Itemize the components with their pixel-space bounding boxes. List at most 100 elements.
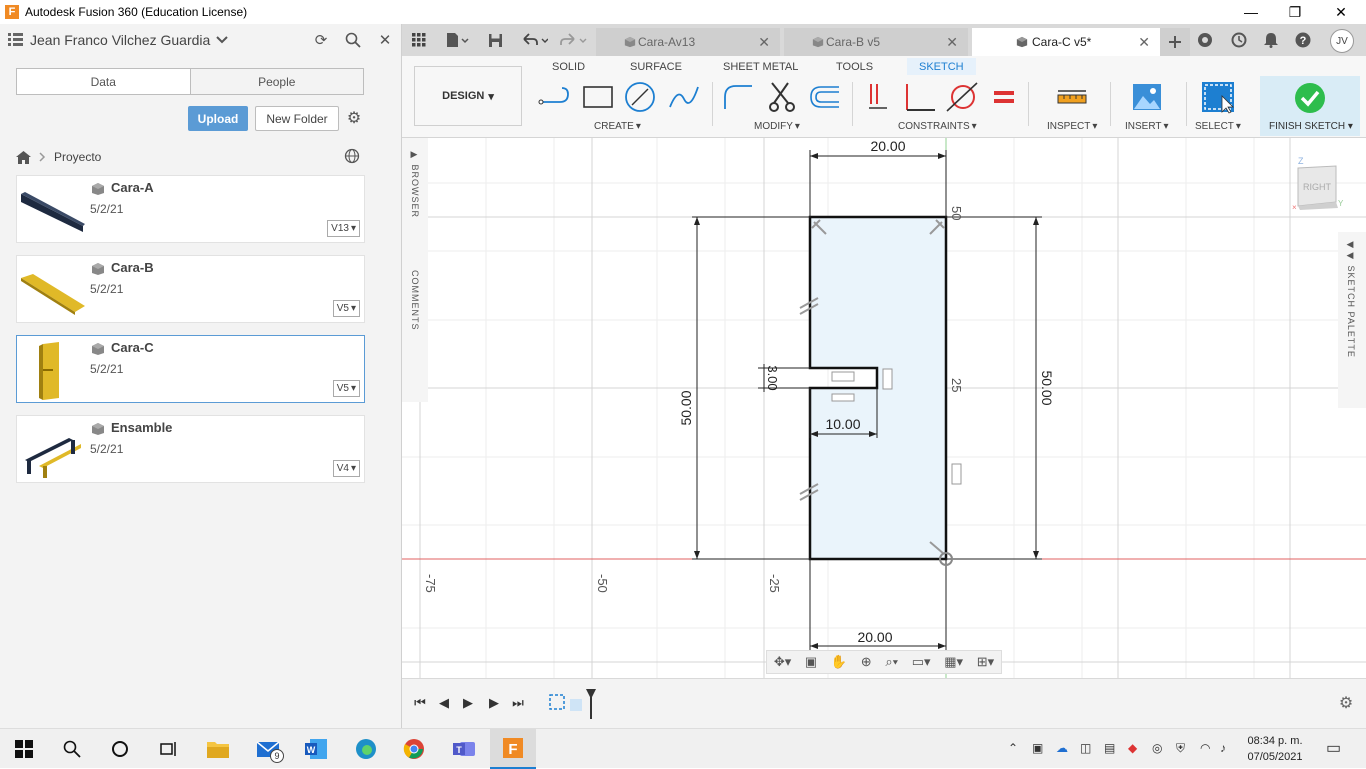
tray-app-icon[interactable]: ◫ bbox=[1080, 741, 1091, 755]
chrome-browser-icon[interactable] bbox=[400, 735, 428, 763]
trim-scissors-icon[interactable] bbox=[764, 80, 800, 114]
browser-strip[interactable]: ▶ BROWSER COMMENTS bbox=[402, 138, 428, 402]
timeline-sketch-feature-icon[interactable] bbox=[548, 689, 596, 719]
constraints-menu[interactable]: CONSTRAINTS ▾ bbox=[898, 121, 977, 132]
dimension-top[interactable]: 20.00 bbox=[870, 138, 905, 154]
apps-grid-icon[interactable] bbox=[408, 30, 430, 50]
minimize-button[interactable]: — bbox=[1228, 0, 1274, 24]
edge-browser-icon[interactable] bbox=[352, 735, 380, 763]
close-tab-icon[interactable]: ✕ bbox=[946, 34, 958, 51]
globe-icon[interactable] bbox=[344, 148, 360, 167]
fusion-taskbar-icon[interactable]: F bbox=[490, 729, 536, 769]
go-to-start-icon[interactable]: ⏮ bbox=[410, 693, 430, 713]
sketch-canvas[interactable]: 20.00 20.00 50.00 50.00 3.00 10.00 50 25… bbox=[402, 138, 1366, 678]
upload-button[interactable]: Upload bbox=[188, 106, 248, 131]
undo-icon[interactable] bbox=[518, 30, 550, 50]
version-dropdown[interactable]: V13 ▾ bbox=[327, 220, 360, 237]
close-tab-icon[interactable]: ✕ bbox=[758, 34, 770, 51]
dimension-bottom[interactable]: 20.00 bbox=[857, 629, 892, 645]
gear-icon[interactable]: ⚙ bbox=[344, 108, 364, 128]
close-panel-icon[interactable]: ✕ bbox=[374, 30, 396, 50]
version-dropdown[interactable]: V4 ▾ bbox=[332, 460, 360, 477]
sketch-palette-label[interactable]: ◀◀ SKETCH PALETTE bbox=[1346, 240, 1356, 358]
inspect-menu[interactable]: INSPECT ▾ bbox=[1047, 121, 1097, 132]
avatar[interactable]: JV bbox=[1330, 29, 1354, 53]
measure-ruler-icon[interactable] bbox=[1054, 80, 1090, 114]
file-card-cara-a[interactable]: Cara-A 5/2/21 V13 ▾ bbox=[16, 175, 365, 243]
version-dropdown[interactable]: V5 ▾ bbox=[332, 380, 360, 397]
dimension-left[interactable]: 50.00 bbox=[678, 390, 694, 425]
tab-solid[interactable]: SOLID bbox=[552, 58, 585, 75]
home-icon[interactable] bbox=[16, 150, 31, 164]
tab-people[interactable]: People bbox=[190, 69, 363, 94]
extensions-icon[interactable] bbox=[1194, 30, 1216, 50]
timeline-settings-gear-icon[interactable]: ⚙ bbox=[1336, 693, 1356, 713]
version-dropdown[interactable]: V5 ▾ bbox=[332, 300, 360, 317]
notification-center-icon[interactable]: ▭ bbox=[1326, 738, 1341, 758]
orbit-move-icon[interactable]: ✥▾ bbox=[774, 654, 791, 670]
finish-sketch-button[interactable]: FINISH SKETCH ▾ bbox=[1260, 76, 1360, 136]
file-menu-icon[interactable] bbox=[442, 30, 472, 50]
insert-menu[interactable]: INSERT ▾ bbox=[1125, 121, 1169, 132]
sketch-palette-strip[interactable]: ◀◀ SKETCH PALETTE bbox=[1338, 232, 1366, 408]
zoom-icon[interactable]: ⊕ bbox=[861, 654, 872, 670]
tab-cara-b[interactable]: Cara-B v5 ✕ bbox=[784, 28, 968, 56]
tray-app-icon[interactable]: ◆ bbox=[1128, 741, 1137, 755]
tab-sketch[interactable]: SKETCH bbox=[907, 58, 976, 75]
circle-tool-icon[interactable] bbox=[622, 80, 658, 114]
equal-constraint-icon[interactable] bbox=[990, 80, 1018, 114]
step-back-icon[interactable]: ◀ bbox=[434, 693, 454, 713]
tab-surface[interactable]: SURFACE bbox=[630, 58, 682, 75]
perpendicular-constraint-icon[interactable] bbox=[902, 80, 938, 114]
windows-start-icon[interactable] bbox=[10, 735, 38, 763]
task-view-icon[interactable] bbox=[154, 735, 182, 763]
workspace-switcher[interactable]: DESIGN ▾ bbox=[414, 66, 522, 126]
search-icon[interactable] bbox=[342, 30, 364, 50]
dimension-slot-height[interactable]: 3.00 bbox=[765, 365, 780, 390]
chevron-up-icon[interactable]: ⌃ bbox=[1008, 741, 1018, 755]
notifications-bell-icon[interactable] bbox=[1260, 30, 1282, 50]
grid-settings-icon[interactable]: ▦▾ bbox=[944, 654, 963, 670]
insert-image-icon[interactable] bbox=[1130, 80, 1164, 114]
maximize-button[interactable]: ❐ bbox=[1272, 0, 1318, 24]
new-folder-button[interactable]: New Folder bbox=[255, 106, 339, 131]
select-menu[interactable]: SELECT ▾ bbox=[1195, 121, 1241, 132]
zoom-window-icon[interactable]: ⌕▾ bbox=[885, 654, 898, 670]
play-icon[interactable]: ▶ bbox=[458, 693, 478, 713]
file-card-cara-b[interactable]: Cara-B 5/2/21 V5 ▾ bbox=[16, 255, 365, 323]
line-tool-icon[interactable] bbox=[536, 80, 576, 114]
look-at-icon[interactable]: ▣ bbox=[805, 654, 817, 670]
tray-app-icon[interactable]: ▣ bbox=[1032, 741, 1043, 755]
tangent-constraint-icon[interactable] bbox=[944, 80, 980, 114]
wifi-icon[interactable]: ◠ bbox=[1200, 741, 1210, 755]
security-shield-icon[interactable]: ⛨ bbox=[1176, 741, 1185, 756]
dimension-right[interactable]: 50.00 bbox=[1039, 370, 1055, 405]
viewcube[interactable]: RIGHT Z Y × bbox=[1292, 156, 1344, 212]
tab-data[interactable]: Data bbox=[17, 69, 191, 94]
redo-icon[interactable] bbox=[558, 30, 590, 50]
sketch-viewport[interactable]: 20.00 20.00 50.00 50.00 3.00 10.00 50 25… bbox=[402, 138, 1366, 678]
tab-tools[interactable]: TOOLS bbox=[836, 58, 873, 75]
file-card-ensamble[interactable]: Ensamble 5/2/21 V4 ▾ bbox=[16, 415, 365, 483]
new-tab-icon[interactable] bbox=[1160, 28, 1190, 56]
file-explorer-icon[interactable] bbox=[204, 735, 232, 763]
close-tab-icon[interactable]: ✕ bbox=[1138, 34, 1150, 51]
word-icon[interactable]: W bbox=[302, 735, 330, 763]
tab-cara-c[interactable]: Cara-C v5* ✕ bbox=[972, 28, 1160, 56]
system-clock[interactable]: 08:34 p. m. 07/05/2021 bbox=[1240, 733, 1310, 765]
create-menu[interactable]: CREATE ▾ bbox=[594, 121, 641, 132]
tab-cara-a[interactable]: Cara-Av13 ✕ bbox=[596, 28, 780, 56]
select-box-icon[interactable] bbox=[1198, 80, 1238, 114]
rectangle-tool-icon[interactable] bbox=[580, 80, 616, 114]
tray-app-icon[interactable]: ◎ bbox=[1152, 741, 1162, 755]
onedrive-icon[interactable]: ☁ bbox=[1056, 741, 1068, 755]
pan-hand-icon[interactable]: ✋ bbox=[831, 654, 847, 670]
offset-tool-icon[interactable] bbox=[806, 80, 842, 114]
dimension-slot-width[interactable]: 10.00 bbox=[825, 416, 860, 432]
close-button[interactable]: ✕ bbox=[1318, 0, 1364, 24]
modify-menu[interactable]: MODIFY ▾ bbox=[754, 121, 800, 132]
volume-icon[interactable]: ♪ bbox=[1220, 741, 1226, 755]
spline-tool-icon[interactable] bbox=[666, 80, 702, 114]
user-selector[interactable]: Jean Franco Vilchez Guardia bbox=[8, 32, 229, 48]
file-card-cara-c[interactable]: Cara-C 5/2/21 V5 ▾ bbox=[16, 335, 365, 403]
